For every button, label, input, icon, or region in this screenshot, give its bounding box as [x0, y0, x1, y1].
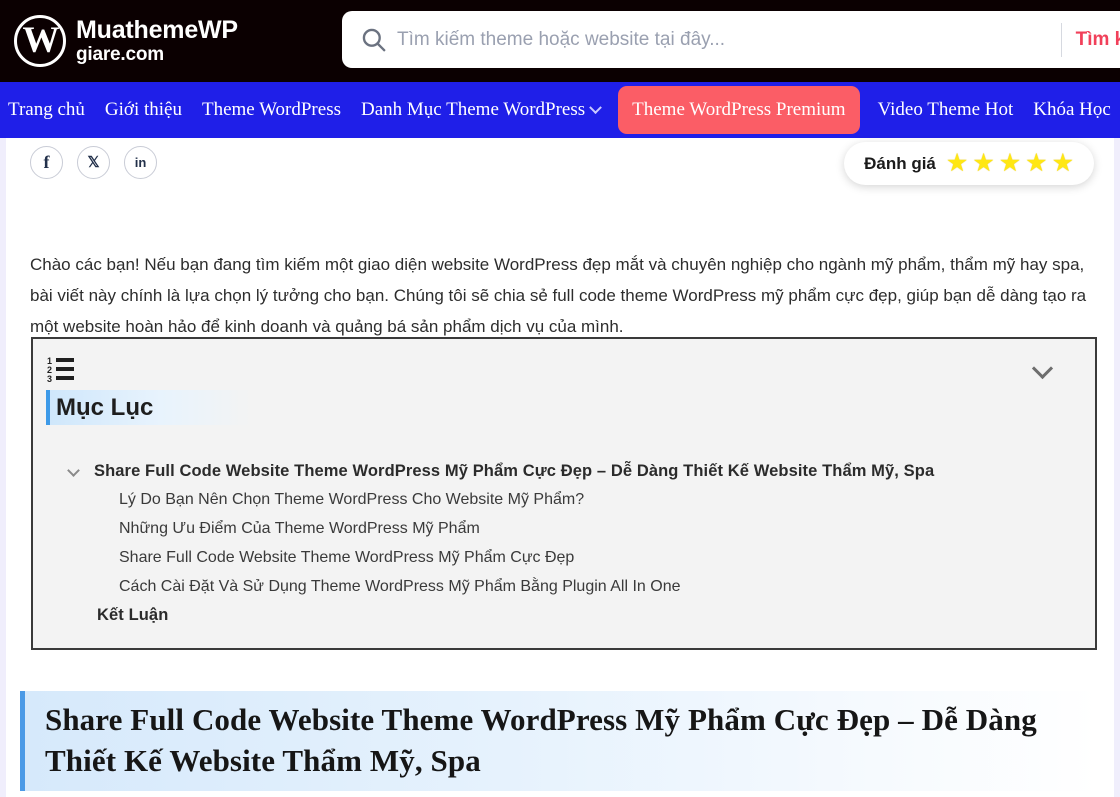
toc-link[interactable]: Kết Luận	[97, 606, 168, 625]
table-of-contents: 1 2 3 Mục Lục Share Full Code Website Th…	[31, 337, 1097, 650]
toc-link[interactable]: Những Ưu Điểm Của Theme WordPress Mỹ Phẩ…	[119, 520, 480, 538]
wordpress-logo-icon: W	[14, 15, 66, 67]
intro-paragraph: Chào các bạn! Nếu bạn đang tìm kiếm một …	[30, 255, 1087, 336]
toc-title: Mục Lục	[56, 393, 154, 421]
rating-label: Đánh giá	[864, 153, 936, 173]
nav-item-gioi-thieu[interactable]: Giới thiệu	[95, 99, 192, 121]
brand-text: MuathemeWP giare.com	[76, 17, 238, 64]
star-icon[interactable]: ★	[946, 151, 968, 176]
article-heading-highlight: Share Full Code Website Theme WordPress …	[20, 691, 1098, 791]
star-icon[interactable]: ★	[972, 151, 994, 176]
site-brand[interactable]: W MuathemeWP giare.com	[14, 15, 238, 67]
logo-letter: W	[22, 19, 60, 61]
search-divider	[1060, 22, 1062, 57]
facebook-icon[interactable]: f	[30, 146, 63, 179]
numbered-list-icon: 1 2 3	[47, 355, 81, 385]
x-twitter-glyph: 𝕏	[87, 154, 100, 171]
rating-stars[interactable]: ★ ★ ★ ★ ★	[946, 151, 1074, 176]
brand-name: MuathemeWP	[76, 16, 238, 45]
linkedin-glyph: in	[134, 155, 147, 170]
x-twitter-icon[interactable]: 𝕏	[77, 146, 110, 179]
toc-link[interactable]: Cách Cài Đặt Và Sử Dụng Theme WordPress …	[119, 578, 681, 596]
main-navigation: Trang chủ Giới thiệu Theme WordPress Dan…	[0, 82, 1120, 138]
nav-label: Danh Mục Theme WordPress	[360, 99, 586, 120]
nav-label: Video Theme Hot	[877, 99, 1014, 120]
toc-link[interactable]: Lý Do Bạn Nên Chọn Theme WordPress Cho W…	[119, 491, 584, 509]
svg-text:3: 3	[47, 374, 52, 384]
search-icon	[360, 26, 387, 53]
article-content: f 𝕏 in Đánh giá ★ ★ ★ ★ ★ Chào các bạn! …	[0, 138, 1120, 797]
toc-item-level1[interactable]: Kết Luận	[33, 601, 1095, 629]
nav-item-khoa-hoc[interactable]: Khóa Học	[1023, 99, 1120, 121]
nav-label: Trang chủ	[8, 99, 85, 120]
toc-collapse-toggle[interactable]	[1033, 359, 1053, 379]
chevron-down-icon[interactable]	[69, 466, 80, 477]
star-icon[interactable]: ★	[999, 151, 1021, 176]
linkedin-icon[interactable]: in	[124, 146, 157, 179]
search-input[interactable]	[397, 11, 1061, 68]
toc-item-level2[interactable]: Những Ưu Điểm Của Theme WordPress Mỹ Phẩ…	[33, 514, 1095, 543]
toc-item-level2[interactable]: Cách Cài Đặt Và Sử Dụng Theme WordPress …	[33, 572, 1095, 601]
toc-item-level2[interactable]: Share Full Code Website Theme WordPress …	[33, 543, 1095, 572]
chevron-down-icon	[589, 100, 603, 114]
search-submit-button[interactable]: Tìm kiếm	[1076, 29, 1120, 51]
star-icon[interactable]: ★	[1025, 151, 1047, 176]
toc-title-highlight: Mục Lục	[46, 390, 251, 425]
site-header: W MuathemeWP giare.com Tìm kiếm	[0, 0, 1120, 82]
toc-list: Share Full Code Website Theme WordPress …	[33, 457, 1095, 629]
nav-label: Khóa Học	[1033, 99, 1111, 120]
toc-link[interactable]: Share Full Code Website Theme WordPress …	[94, 462, 934, 481]
toc-link[interactable]: Share Full Code Website Theme WordPress …	[119, 549, 574, 567]
star-icon[interactable]: ★	[1052, 151, 1074, 176]
nav-item-theme-wordpress[interactable]: Theme WordPress	[192, 99, 351, 121]
facebook-glyph: f	[43, 152, 50, 172]
nav-item-video-theme-hot[interactable]: Video Theme Hot	[868, 99, 1024, 121]
toc-item-level2[interactable]: Lý Do Bạn Nên Chọn Theme WordPress Cho W…	[33, 485, 1095, 514]
nav-item-danh-muc-theme-wordpress[interactable]: Danh Mục Theme WordPress	[351, 99, 610, 121]
nav-item-trang-chu[interactable]: Trang chủ	[2, 99, 95, 121]
rating-widget[interactable]: Đánh giá ★ ★ ★ ★ ★	[844, 142, 1094, 185]
page-root: W MuathemeWP giare.com Tìm kiếm Trang ch…	[0, 0, 1120, 797]
toc-item-level1[interactable]: Share Full Code Website Theme WordPress …	[33, 457, 1095, 485]
search-bar[interactable]: Tìm kiếm	[342, 11, 1120, 68]
nav-label: Theme WordPress	[201, 99, 341, 120]
brand-subtitle: giare.com	[76, 43, 164, 65]
social-share-buttons: f 𝕏 in	[30, 146, 157, 179]
nav-cta-theme-wordpress-premium[interactable]: Theme WordPress Premium	[618, 86, 860, 134]
page-title: Share Full Code Website Theme WordPress …	[45, 702, 1037, 778]
nav-label: Giới thiệu	[104, 99, 182, 120]
